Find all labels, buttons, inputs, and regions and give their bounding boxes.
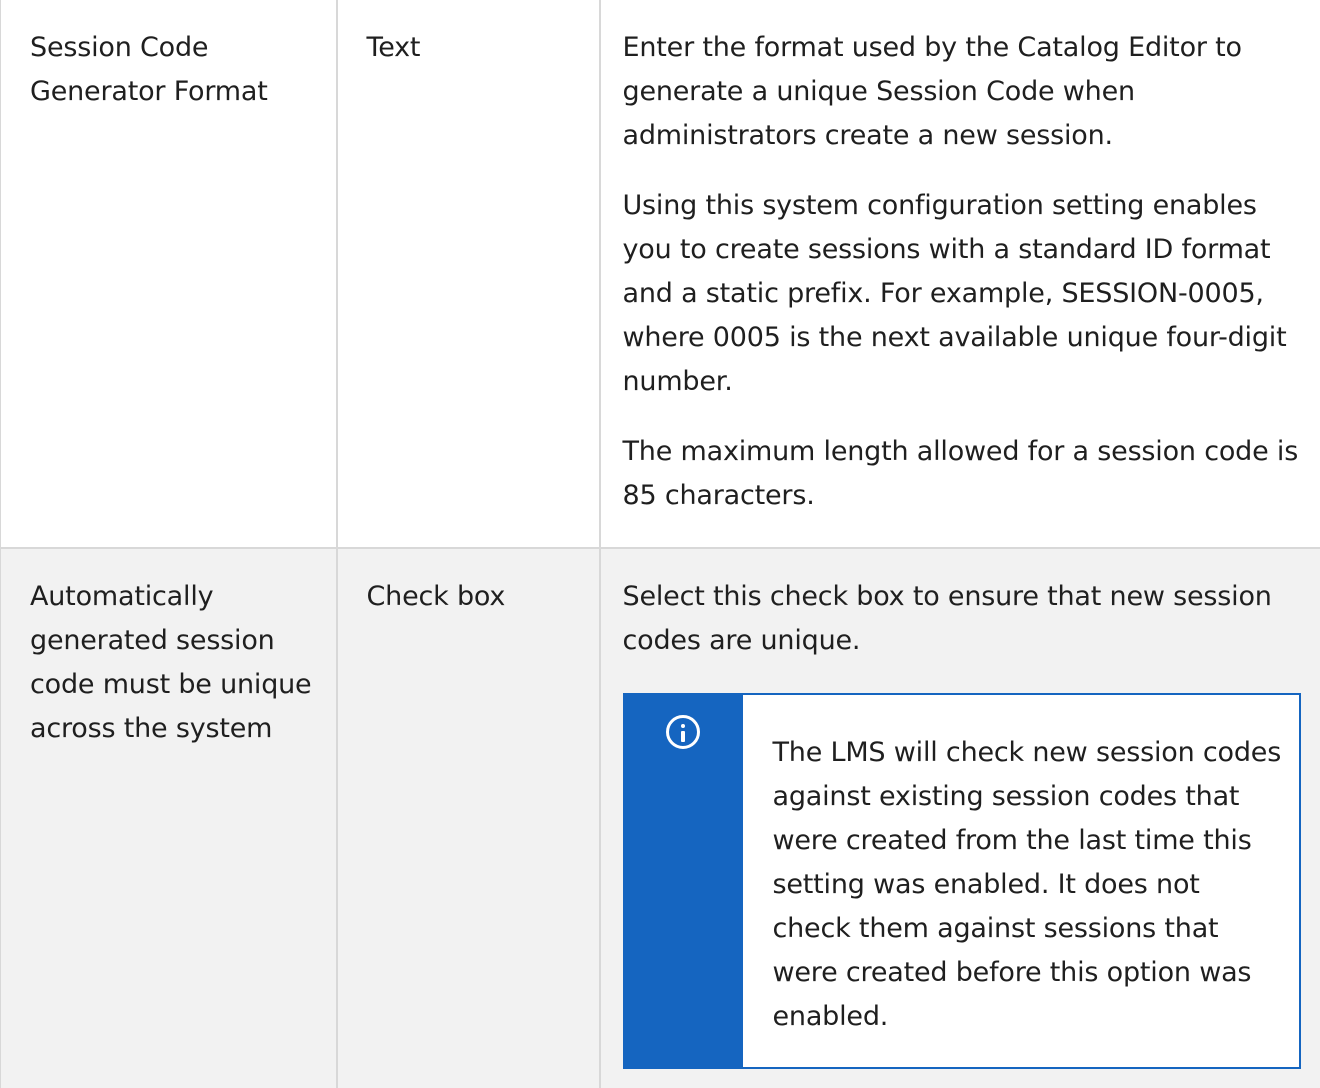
setting-name-cell: Automatically generated session code mus…	[0, 547, 338, 1088]
setting-type-cell: Check box	[335, 547, 601, 1088]
setting-type: Text	[366, 32, 421, 63]
info-note-text: The LMS will check new session codes aga…	[772, 737, 1282, 1032]
setting-description-cell: Enter the format used by the Catalog Edi…	[598, 0, 1320, 549]
description-paragraph: Enter the format used by the Catalog Edi…	[622, 32, 1243, 151]
setting-description-cell: Select this check box to ensure that new…	[598, 547, 1320, 1088]
table-row: Automatically generated session code mus…	[0, 547, 1320, 1088]
setting-type: Check box	[366, 581, 506, 612]
description-paragraph: Using this system configuration setting …	[622, 190, 1287, 397]
description-paragraph: The maximum length allowed for a session…	[622, 436, 1299, 511]
setting-name-cell: Session Code Generator Format	[0, 0, 338, 549]
setting-name: Session Code Generator Format	[30, 32, 268, 107]
setting-name: Automatically generated session code mus…	[30, 581, 312, 744]
table-row: Session Code Generator Format Text Enter…	[0, 0, 1320, 549]
settings-table: Session Code Generator Format Text Enter…	[0, 0, 1320, 1088]
info-note-rail	[622, 695, 743, 1067]
setting-type-cell: Text	[335, 0, 601, 549]
description-paragraph: Select this check box to ensure that new…	[622, 581, 1272, 656]
info-icon	[665, 715, 700, 749]
info-note: The LMS will check new session codes aga…	[622, 693, 1301, 1069]
